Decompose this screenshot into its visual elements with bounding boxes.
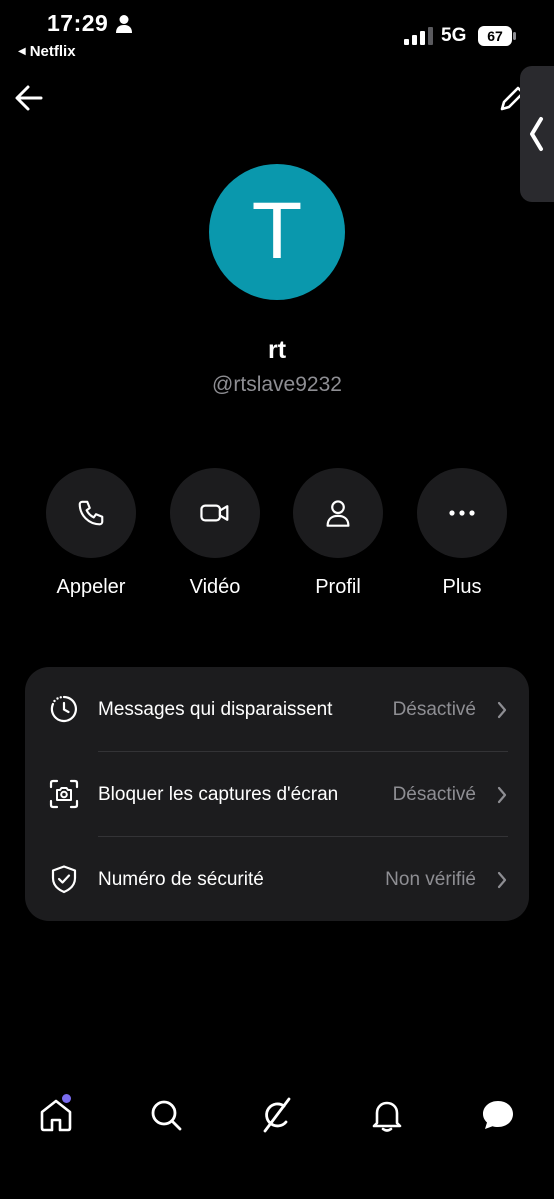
setting-title: Numéro de sécurité bbox=[98, 868, 264, 890]
setting-value: Non vérifié bbox=[385, 868, 476, 890]
call-button[interactable]: Appeler bbox=[21, 468, 161, 599]
side-panel-handle[interactable] bbox=[520, 66, 554, 202]
video-label: Vidéo bbox=[189, 576, 241, 598]
back-app-label: Netflix bbox=[29, 43, 76, 60]
chevron-right-icon bbox=[497, 871, 507, 889]
shield-icon bbox=[51, 865, 77, 894]
setting-title: Bloquer les captures d'écran bbox=[98, 783, 339, 805]
camera-icon bbox=[49, 779, 79, 809]
phone-icon bbox=[78, 500, 104, 526]
chevron-right-icon bbox=[497, 786, 507, 804]
back-triangle-icon: ◀ bbox=[18, 46, 26, 57]
more-label: Plus bbox=[442, 576, 482, 598]
safety-number-row[interactable]: Numéro de sécurité Non vérifié bbox=[25, 837, 529, 922]
contact-handle: @rtslave9232 bbox=[212, 373, 342, 396]
profile-button[interactable]: Profil bbox=[268, 468, 408, 599]
bell-icon[interactable] bbox=[367, 1095, 407, 1135]
grok-icon[interactable] bbox=[257, 1095, 297, 1135]
more-icon bbox=[449, 510, 475, 516]
setting-value: Désactivé bbox=[392, 698, 476, 720]
video-icon bbox=[200, 504, 229, 522]
more-button[interactable]: Plus bbox=[392, 468, 532, 599]
network-type: 5G bbox=[441, 25, 467, 46]
status-time: 17:29 bbox=[47, 10, 109, 36]
signal-icon bbox=[404, 27, 433, 45]
person-status-icon bbox=[116, 15, 132, 33]
message-icon[interactable] bbox=[478, 1095, 518, 1135]
avatar[interactable]: T bbox=[209, 164, 345, 300]
video-button[interactable]: Vidéo bbox=[145, 468, 285, 599]
profile-label: Profil bbox=[315, 576, 361, 598]
block-screenshots-row[interactable]: Bloquer les captures d'écran Désactivé bbox=[25, 752, 529, 837]
call-label: Appeler bbox=[56, 576, 126, 598]
person-icon bbox=[326, 500, 350, 527]
back-to-app-link[interactable]: ◀ Netflix bbox=[18, 43, 76, 60]
setting-title: Messages qui disparaissent bbox=[98, 698, 333, 720]
notification-dot bbox=[62, 1094, 71, 1103]
battery-level: 67 bbox=[487, 28, 503, 44]
chat-settings-card: Messages qui disparaissent Désactivé Blo… bbox=[25, 667, 529, 921]
search-icon[interactable] bbox=[146, 1095, 186, 1135]
back-arrow-icon[interactable] bbox=[14, 84, 44, 112]
avatar-letter: T bbox=[253, 187, 301, 276]
setting-value: Désactivé bbox=[392, 783, 476, 805]
disappearing-messages-row[interactable]: Messages qui disparaissent Désactivé bbox=[25, 667, 529, 752]
contact-name: rt bbox=[267, 336, 287, 364]
chevron-right-icon bbox=[497, 701, 507, 719]
chevron-left-icon bbox=[530, 117, 543, 151]
timer-icon bbox=[50, 695, 77, 723]
